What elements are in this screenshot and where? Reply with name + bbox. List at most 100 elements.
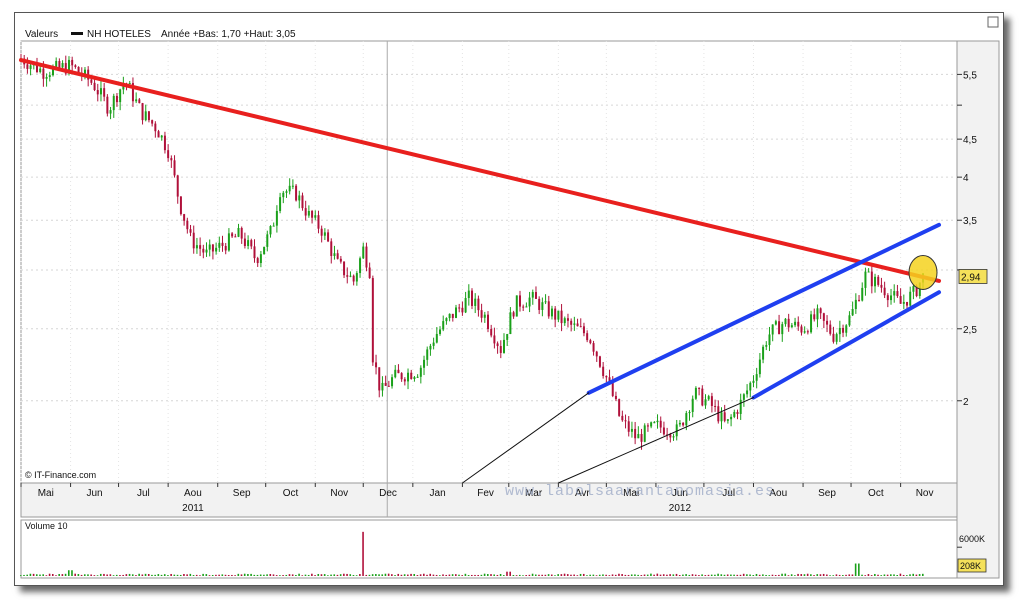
candle-body xyxy=(576,323,579,327)
x-tick-label: Sep xyxy=(233,488,251,499)
volume-bar xyxy=(704,575,707,576)
candle-body xyxy=(112,95,115,111)
candle-body xyxy=(365,246,368,268)
volume-bar xyxy=(560,574,563,576)
volume-bar xyxy=(378,574,380,576)
candle-body xyxy=(442,321,445,330)
candle-body xyxy=(842,327,845,333)
candle-body xyxy=(662,427,665,435)
candle-body xyxy=(678,422,681,425)
candle-body xyxy=(883,287,886,296)
candle-body xyxy=(320,228,323,236)
candle-body xyxy=(637,434,640,439)
volume-bar xyxy=(678,575,681,576)
volume-bar xyxy=(566,574,569,576)
candle-body xyxy=(768,334,771,346)
volume-bar xyxy=(426,574,428,576)
volume-bar xyxy=(307,574,310,576)
volume-bar xyxy=(403,574,406,576)
candle-body xyxy=(822,313,825,321)
volume-bar xyxy=(832,575,835,576)
x-tick-label: Aou xyxy=(184,488,202,499)
candle-body xyxy=(74,65,77,67)
volume-bar xyxy=(71,570,73,576)
candle-body xyxy=(874,276,877,287)
candle-body xyxy=(275,210,278,226)
candle-body xyxy=(755,374,758,381)
candle-body xyxy=(496,343,499,347)
volume-bar xyxy=(733,574,735,576)
volume-bar xyxy=(186,574,188,576)
candle-body xyxy=(291,185,294,187)
candle-body xyxy=(55,61,58,67)
candle-body xyxy=(429,345,432,350)
volume-bar xyxy=(259,574,262,576)
candle-body xyxy=(746,390,749,395)
candle-body xyxy=(285,191,288,193)
volume-bar xyxy=(710,574,713,576)
volume-bar xyxy=(611,574,614,576)
volume-bar xyxy=(768,575,771,576)
x-tick-label: Dec xyxy=(379,488,397,499)
candle-body xyxy=(394,369,397,378)
candle-body xyxy=(397,369,400,374)
volume-bar xyxy=(570,574,572,576)
candle-body xyxy=(183,214,186,221)
y-tick-label: 2 xyxy=(963,397,969,408)
candle-body xyxy=(455,307,458,318)
candle-body xyxy=(538,298,541,310)
candle-body xyxy=(730,416,733,420)
volume-bar xyxy=(758,574,761,576)
volume-bar xyxy=(253,574,256,576)
volume-bar xyxy=(538,574,540,576)
candle-body xyxy=(416,376,419,378)
volume-bar xyxy=(672,574,675,576)
candle-body xyxy=(736,411,739,414)
volume-bar xyxy=(74,573,76,576)
last-price-highlight xyxy=(908,254,938,290)
candle-body xyxy=(483,314,486,318)
candle-body xyxy=(816,308,819,320)
candle-body xyxy=(579,326,582,328)
volume-bar xyxy=(20,575,22,576)
candle-body xyxy=(256,258,259,264)
volume-bar xyxy=(870,575,873,576)
volume-bar xyxy=(112,575,115,576)
volume-bar xyxy=(442,574,444,576)
candle-body xyxy=(157,131,160,138)
x-tick-label: Mai xyxy=(38,488,54,499)
candle-body xyxy=(720,412,723,422)
candle-body xyxy=(490,329,493,336)
volume-bar xyxy=(640,575,643,576)
x-tick-label: Nov xyxy=(916,488,934,499)
candle-body xyxy=(646,425,649,427)
candle-body xyxy=(880,284,883,288)
legend-series-swatch xyxy=(71,32,83,35)
volume-bar xyxy=(147,574,150,576)
candle-body xyxy=(314,215,317,218)
candle-body xyxy=(445,318,448,322)
candle-body xyxy=(582,326,585,334)
candle-body xyxy=(560,310,563,324)
candle-body xyxy=(128,83,131,85)
candle-body xyxy=(407,372,410,382)
volume-bar xyxy=(624,574,627,576)
candle-body xyxy=(672,436,675,438)
candle-body xyxy=(192,232,195,249)
volume-bar xyxy=(243,573,246,576)
volume-bar xyxy=(339,574,342,576)
volume-bar xyxy=(531,573,534,576)
candle-body xyxy=(851,309,854,316)
corner-box-icon[interactable] xyxy=(987,16,999,28)
volume-bar xyxy=(902,574,905,576)
volume-plot-area xyxy=(20,519,958,579)
volume-bar xyxy=(179,574,182,576)
candle-body xyxy=(899,296,902,304)
candle-body xyxy=(323,232,326,236)
volume-bar xyxy=(39,574,41,576)
volume-bar xyxy=(64,573,67,576)
candle-body xyxy=(375,362,378,368)
candle-body xyxy=(298,195,301,201)
candle-body xyxy=(362,246,365,259)
volume-bar xyxy=(525,575,527,576)
